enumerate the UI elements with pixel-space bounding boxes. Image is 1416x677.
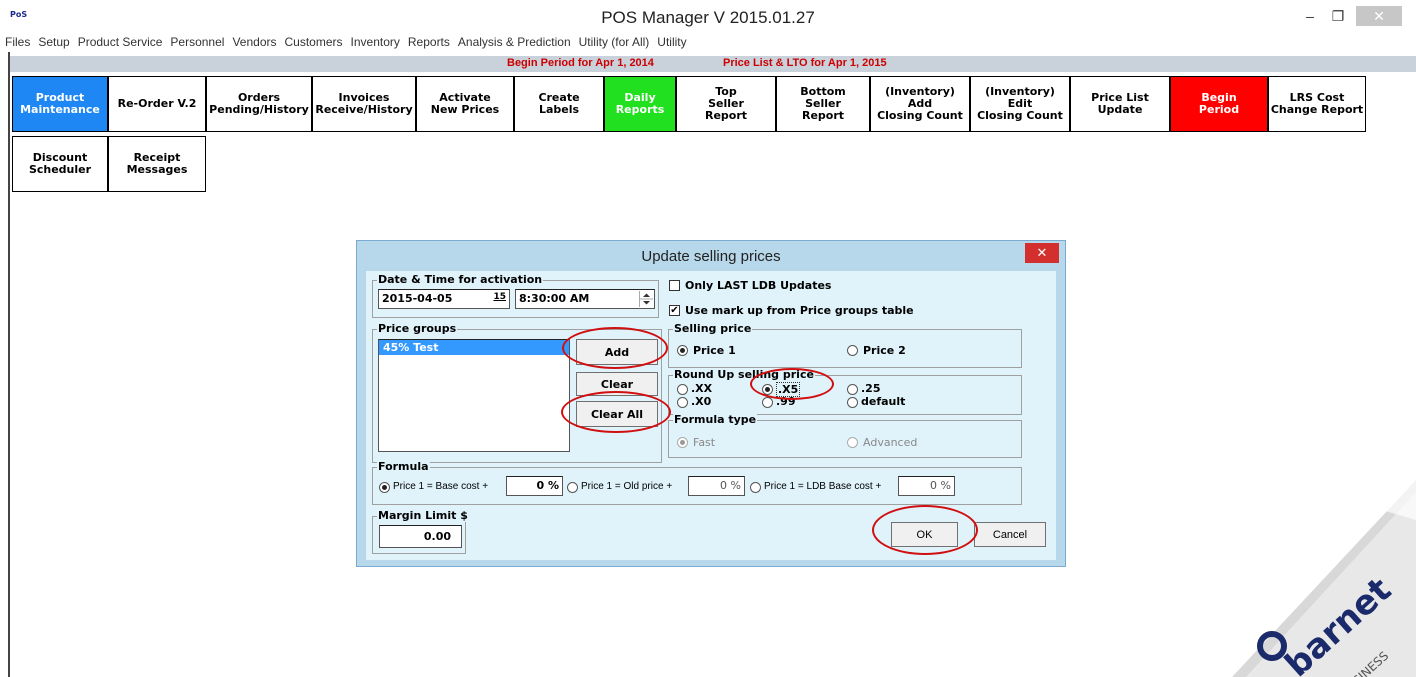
price-groups-title: Price groups xyxy=(377,322,458,335)
formula-title: Formula xyxy=(377,460,430,473)
menu-bar: Files Setup Product Service Personnel Ve… xyxy=(0,32,1416,52)
formula-type-title: Formula type xyxy=(673,413,758,426)
use-markup-label: Use mark up from Price groups table xyxy=(685,304,914,317)
activation-time-field[interactable]: 8:30:00 AM xyxy=(515,289,655,309)
activation-group-title: Date & Time for activation xyxy=(377,273,544,286)
formula-type-group: Formula type xyxy=(668,414,1022,458)
inventory-add-closing-count-button[interactable]: (Inventory) Add Closing Count xyxy=(870,76,970,132)
begin-period-button[interactable]: Begin Period xyxy=(1170,76,1268,132)
receipt-messages-button[interactable]: Receipt Messages xyxy=(108,136,206,192)
formula-fast-label: Fast xyxy=(693,436,716,449)
price-group-item[interactable]: 45% Test xyxy=(379,340,569,355)
lrs-cost-change-report-button[interactable]: LRS Cost Change Report xyxy=(1268,76,1366,132)
dialog-close-button[interactable]: ✕ xyxy=(1025,243,1059,263)
menu-files[interactable]: Files xyxy=(5,35,30,49)
menu-reports[interactable]: Reports xyxy=(408,35,450,49)
price-groups-list[interactable]: 45% Test xyxy=(378,339,570,452)
round-x0-radio[interactable] xyxy=(677,397,688,408)
round-xx-radio[interactable] xyxy=(677,384,688,395)
formula-ldb-base-cost-radio[interactable] xyxy=(750,482,761,493)
begin-period-label: Begin Period for Apr 1, 2014 xyxy=(507,57,654,69)
menu-personnel[interactable]: Personnel xyxy=(170,35,224,49)
create-labels-button[interactable]: Create Labels xyxy=(514,76,604,132)
formula-old-price-label: Price 1 = Old price + xyxy=(581,481,673,492)
round-99-radio[interactable] xyxy=(762,397,773,408)
formula-base-cost-input[interactable]: 0 % xyxy=(506,476,563,496)
annotation-circle-x5 xyxy=(750,368,834,400)
invoices-button[interactable]: Invoices Receive/History xyxy=(312,76,416,132)
menu-product-service[interactable]: Product Service xyxy=(78,35,163,49)
discount-scheduler-button[interactable]: Discount Scheduler xyxy=(12,136,108,192)
menu-analysis-prediction[interactable]: Analysis & Prediction xyxy=(458,35,571,49)
window-title: POS Manager V 2015.01.27 xyxy=(601,8,815,27)
time-spinner-icon[interactable] xyxy=(639,291,653,307)
formula-old-price-input[interactable]: 0 % xyxy=(688,476,745,496)
formula-ldb-base-cost-label: Price 1 = LDB Base cost + xyxy=(764,481,882,492)
menu-vendors[interactable]: Vendors xyxy=(232,35,276,49)
period-info-bar: Begin Period for Apr 1, 2014 Price List … xyxy=(10,56,1416,72)
formula-old-price-radio[interactable] xyxy=(567,482,578,493)
formula-base-cost-radio[interactable] xyxy=(379,482,390,493)
activation-date-field[interactable]: 2015-04-05 15 xyxy=(378,289,510,309)
margin-limit-input[interactable]: 0.00 xyxy=(379,525,462,548)
round-x0-label: .X0 xyxy=(691,395,712,408)
annotation-circle-add xyxy=(562,327,668,369)
menu-customers[interactable]: Customers xyxy=(285,35,343,49)
only-last-ldb-label: Only LAST LDB Updates xyxy=(685,279,832,292)
menu-utility[interactable]: Utility xyxy=(657,35,686,49)
menu-setup[interactable]: Setup xyxy=(38,35,69,49)
round-default-label: default xyxy=(861,395,906,408)
price1-label: Price 1 xyxy=(693,344,736,357)
only-last-ldb-checkbox[interactable] xyxy=(669,280,680,291)
annotation-circle-ok xyxy=(872,505,978,555)
calendar-icon[interactable]: 15 xyxy=(493,292,506,302)
barnet-watermark: barnet BUSINESS xyxy=(1232,480,1416,677)
round-25-radio[interactable] xyxy=(847,384,858,395)
top-seller-report-button[interactable]: Top Seller Report xyxy=(676,76,776,132)
daily-reports-button[interactable]: Daily Reports xyxy=(604,76,676,132)
price-list-update-button[interactable]: Price List Update xyxy=(1070,76,1170,132)
round-xx-label: .XX xyxy=(691,382,713,395)
cancel-button[interactable]: Cancel xyxy=(974,522,1046,547)
menu-utility-for-all[interactable]: Utility (for All) xyxy=(579,35,650,49)
margin-limit-title: Margin Limit $ xyxy=(377,509,469,522)
round-25-label: .25 xyxy=(861,382,881,395)
annotation-circle-clear-all xyxy=(561,391,671,433)
activate-new-prices-button[interactable]: Activate New Prices xyxy=(416,76,514,132)
price1-radio[interactable] xyxy=(677,345,688,356)
reorder-button[interactable]: Re-Order V.2 xyxy=(108,76,206,132)
use-markup-checkbox[interactable]: ✔ xyxy=(669,305,680,316)
minimize-button[interactable]: – xyxy=(1298,6,1322,26)
selling-price-title: Selling price xyxy=(673,322,753,335)
round-up-group: Round Up selling price xyxy=(668,369,1022,415)
activation-date-value: 2015-04-05 xyxy=(382,292,453,305)
menu-inventory[interactable]: Inventory xyxy=(351,35,400,49)
activation-time-value: 8:30:00 AM xyxy=(519,292,590,305)
formula-advanced-radio[interactable] xyxy=(847,437,858,448)
maximize-button[interactable]: ❐ xyxy=(1326,6,1350,26)
inventory-edit-closing-count-button[interactable]: (Inventory) Edit Closing Count xyxy=(970,76,1070,132)
close-window-button[interactable]: ✕ xyxy=(1356,6,1402,26)
price2-radio[interactable] xyxy=(847,345,858,356)
price-list-period-label: Price List & LTO for Apr 1, 2015 xyxy=(723,57,887,69)
formula-advanced-label: Advanced xyxy=(863,436,918,449)
bottom-seller-report-button[interactable]: Bottom Seller Report xyxy=(776,76,870,132)
price2-label: Price 2 xyxy=(863,344,906,357)
formula-base-cost-label: Price 1 = Base cost + xyxy=(393,481,489,492)
round-default-radio[interactable] xyxy=(847,397,858,408)
orders-button[interactable]: Orders Pending/History xyxy=(206,76,312,132)
formula-ldb-base-cost-input[interactable]: 0 % xyxy=(898,476,955,496)
formula-fast-radio[interactable] xyxy=(677,437,688,448)
dialog-title: Update selling prices xyxy=(641,248,781,265)
product-maintenance-button[interactable]: Product Maintenance xyxy=(12,76,108,132)
